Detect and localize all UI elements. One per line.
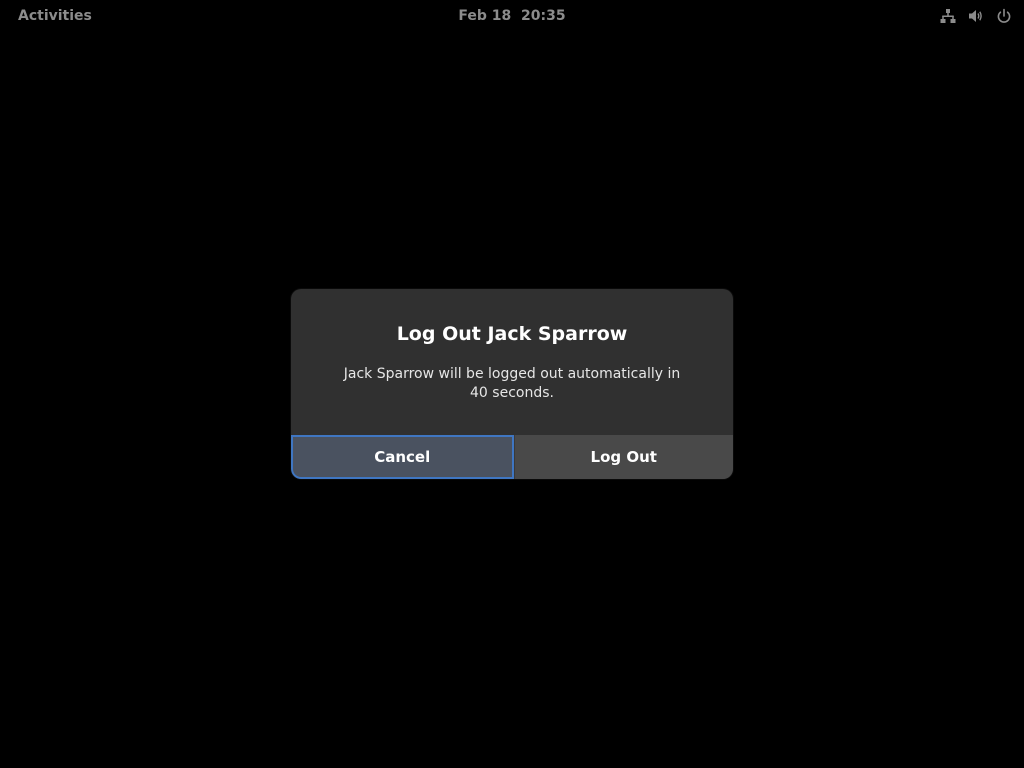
- power-icon[interactable]: [994, 6, 1014, 26]
- log-out-button[interactable]: Log Out: [513, 435, 733, 479]
- cancel-button[interactable]: Cancel: [291, 435, 514, 479]
- dialog-message: Jack Sparrow will be logged out automati…: [343, 366, 681, 401]
- dialog-button-row: Cancel Log Out: [291, 435, 733, 479]
- activities-button[interactable]: Activities: [8, 4, 102, 28]
- top-bar: Activities Feb 18 20:35: [0, 0, 1024, 32]
- volume-icon[interactable]: [966, 6, 986, 26]
- network-wired-icon[interactable]: [938, 6, 958, 26]
- logout-dialog: Log Out Jack Sparrow Jack Sparrow will b…: [291, 289, 733, 479]
- dialog-content: Log Out Jack Sparrow Jack Sparrow will b…: [291, 289, 733, 435]
- date-time-clock[interactable]: Feb 18 20:35: [456, 4, 568, 28]
- desktop-screen: Activities Feb 18 20:35 Log Out Jack Spa…: [0, 0, 1024, 768]
- dialog-title: Log Out Jack Sparrow: [396, 323, 628, 345]
- system-tray[interactable]: [930, 4, 1014, 28]
